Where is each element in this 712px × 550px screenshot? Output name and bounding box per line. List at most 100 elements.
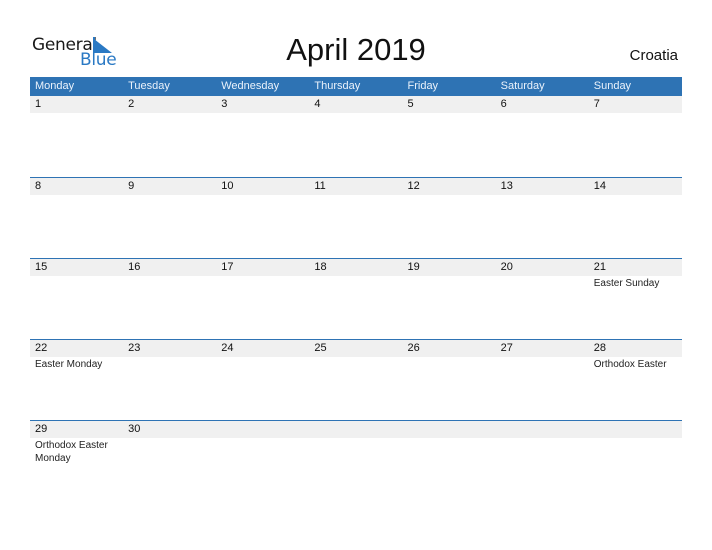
- day-cell: 19: [403, 259, 496, 290]
- holiday-label: [408, 438, 496, 439]
- day-number: 3: [221, 98, 228, 110]
- day-number: 8: [35, 180, 42, 192]
- weekday-friday: Friday: [407, 80, 439, 92]
- holiday-label: [221, 276, 309, 277]
- day-number: 10: [221, 180, 234, 192]
- holiday-label: [501, 438, 589, 439]
- holiday-label: [501, 276, 589, 277]
- holiday-label: [594, 195, 682, 196]
- day-cell: 29 Orthodox Easter Monday: [30, 421, 123, 465]
- day-number: 21: [593, 261, 606, 273]
- day-cell: 5: [403, 96, 496, 114]
- day-number: 17: [221, 261, 234, 273]
- day-number: [314, 421, 402, 438]
- calendar-grid: Monday Tuesday Wednesday Thursday Friday…: [30, 77, 682, 501]
- holiday-label: [314, 276, 402, 277]
- weekday-saturday: Saturday: [500, 80, 545, 92]
- day-cell: 11: [309, 178, 402, 196]
- day-number: [594, 421, 682, 438]
- holiday-label: Orthodox Easter: [593, 359, 667, 370]
- day-number: 25: [314, 342, 327, 354]
- day-cell: 3: [216, 96, 309, 114]
- holiday-label: [35, 276, 123, 277]
- week-row: 29 Orthodox Easter Monday 30: [30, 420, 682, 501]
- day-cell: 16: [123, 259, 216, 290]
- holiday-label: [594, 113, 682, 114]
- day-cell: 12: [403, 178, 496, 196]
- holiday-label: [221, 357, 309, 358]
- holiday-label: [408, 276, 496, 277]
- holiday-label: [128, 113, 216, 114]
- day-cell: 2: [123, 96, 216, 114]
- holiday-label: [128, 438, 216, 439]
- day-cell: 9: [123, 178, 216, 196]
- holiday-label: [314, 113, 402, 114]
- week-days: 15 16 17 18 19 20 21 Easter Sunday: [30, 259, 682, 290]
- day-cell: 6: [496, 96, 589, 114]
- weekday-tuesday: Tuesday: [128, 80, 170, 92]
- day-number: 2: [128, 98, 135, 110]
- week-row: 8 9 10 11 12 13 14: [30, 177, 682, 258]
- weekday-monday: Monday: [35, 80, 75, 92]
- holiday-label: Orthodox Easter Monday: [35, 440, 108, 464]
- week-days: 29 Orthodox Easter Monday 30: [30, 421, 682, 465]
- day-cell: [496, 421, 589, 465]
- day-number: 9: [128, 180, 135, 192]
- holiday-label: [501, 113, 589, 114]
- day-cell: 17: [216, 259, 309, 290]
- holiday-label: [128, 357, 216, 358]
- holiday-label: [501, 357, 589, 358]
- day-cell: 24: [216, 340, 309, 371]
- holiday-label: [408, 113, 496, 114]
- holiday-label: Easter Sunday: [593, 278, 660, 289]
- holiday-label: [35, 113, 123, 114]
- day-number: 24: [221, 342, 234, 354]
- day-number: 13: [500, 180, 513, 192]
- day-cell: 8: [30, 178, 123, 196]
- day-number: 23: [128, 342, 141, 354]
- day-number: 12: [407, 180, 420, 192]
- day-number: 26: [407, 342, 420, 354]
- day-number: [501, 421, 589, 438]
- day-number: 11: [314, 180, 326, 192]
- day-cell: 28 Orthodox Easter: [589, 340, 682, 371]
- weekday-wednesday: Wednesday: [221, 80, 280, 92]
- holiday-label: [408, 357, 496, 358]
- weekday-header: Monday Tuesday Wednesday Thursday Friday…: [30, 77, 682, 96]
- day-cell: 27: [496, 340, 589, 371]
- day-cell: [309, 421, 402, 465]
- week-row: 15 16 17 18 19 20 21 Easter Sunday: [30, 258, 682, 339]
- day-cell: 26: [403, 340, 496, 371]
- day-cell: 10: [216, 178, 309, 196]
- day-number: 19: [407, 261, 420, 273]
- day-cell: 25: [309, 340, 402, 371]
- day-number: 7: [593, 98, 600, 110]
- day-number: 16: [128, 261, 141, 273]
- day-cell: 18: [309, 259, 402, 290]
- day-cell: [403, 421, 496, 465]
- holiday-label: [501, 195, 589, 196]
- weekday-thursday: Thursday: [314, 80, 361, 92]
- holiday-label: [128, 195, 216, 196]
- week-days: 22 Easter Monday 23 24 25 26 27 28 Orthodox East…: [30, 340, 682, 371]
- day-cell: 23: [123, 340, 216, 371]
- day-number: 14: [593, 180, 606, 192]
- day-number: [408, 421, 496, 438]
- day-cell: 20: [496, 259, 589, 290]
- day-cell: 21 Easter Sunday: [589, 259, 682, 290]
- day-number: 30: [128, 423, 141, 435]
- weekday-sunday: Sunday: [593, 80, 632, 92]
- week-row: 1 2 3 4 5 6 7: [30, 96, 682, 177]
- day-number: 29: [35, 423, 48, 435]
- day-cell: 4: [309, 96, 402, 114]
- day-number: 18: [314, 261, 327, 273]
- day-number: 5: [407, 98, 414, 110]
- day-cell: 22 Easter Monday: [30, 340, 123, 371]
- day-number: 15: [35, 261, 48, 273]
- day-cell: 13: [496, 178, 589, 196]
- holiday-label: [314, 357, 402, 358]
- day-cell: 30: [123, 421, 216, 465]
- calendar-title: April 2019: [286, 32, 426, 67]
- holiday-label: [221, 438, 309, 439]
- holiday-label: [408, 195, 496, 196]
